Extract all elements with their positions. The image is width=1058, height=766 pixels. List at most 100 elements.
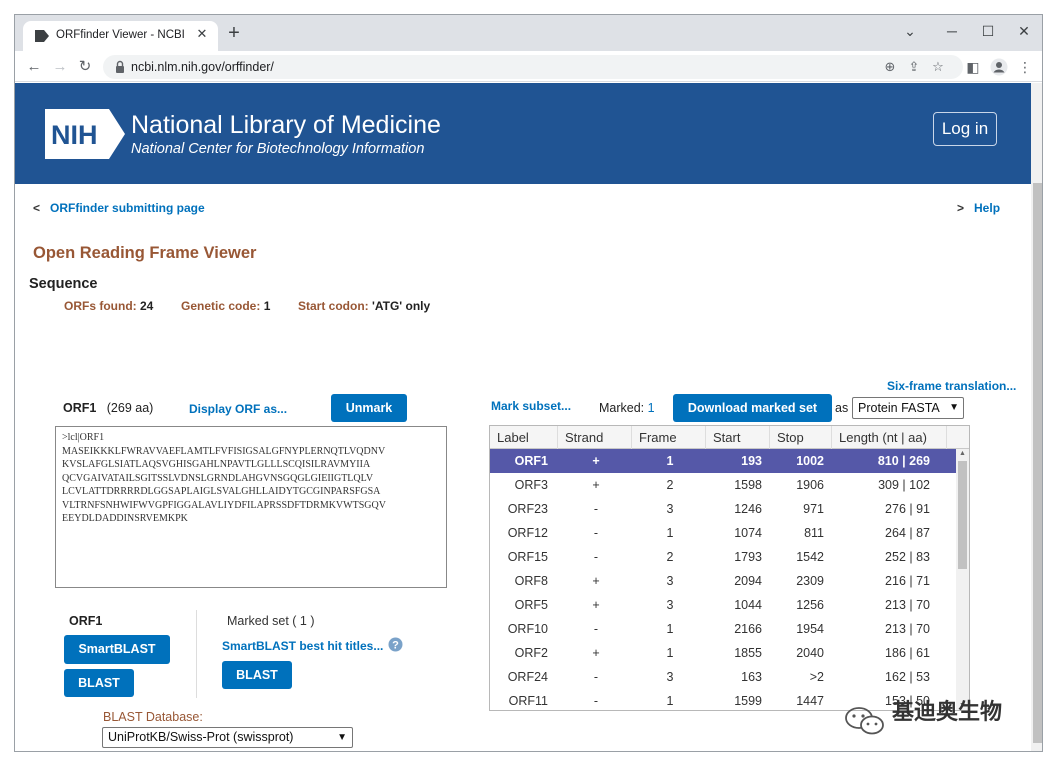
orf-blast-title: ORF1 — [69, 614, 103, 628]
table-row[interactable]: ORF3 +2 1598 1906 309 | 102 — [490, 473, 956, 497]
table-cell-stop: 811 — [804, 526, 824, 540]
ncbi-favicon-icon — [35, 30, 49, 42]
table-cell-start: 1246 — [734, 502, 762, 516]
table-cell-strand: - — [593, 502, 599, 516]
nlm-title[interactable]: National Library of Medicine — [131, 111, 441, 140]
page-scrollbar-thumb[interactable] — [1033, 183, 1042, 743]
profile-avatar-icon[interactable] — [988, 56, 1010, 78]
table-cell-strand: + — [592, 646, 600, 660]
page-title: Open Reading Frame Viewer — [33, 244, 257, 262]
forward-arrow-icon[interactable]: → — [49, 56, 71, 78]
download-marked-set-button[interactable]: Download marked set — [673, 394, 832, 422]
back-link-label[interactable]: ORFfinder submitting page — [50, 201, 205, 215]
column-header-start[interactable]: Start — [706, 426, 770, 449]
column-header-frame[interactable]: Frame — [632, 426, 706, 449]
tab-close-icon[interactable]: ✕ — [194, 26, 210, 42]
six-frame-translation-link[interactable]: Six-frame translation... — [887, 379, 1016, 393]
nih-logo[interactable]: NIH — [45, 109, 125, 159]
help-chevron-icon: > — [957, 201, 965, 215]
bookmark-star-icon[interactable]: ☆ — [929, 58, 947, 76]
table-cell-label: ORF11 — [508, 694, 548, 708]
menu-kebab-icon[interactable]: ⋮ — [1014, 56, 1036, 78]
table-row[interactable]: ORF15 - 2 1793 1542 252 | 83 — [490, 545, 956, 569]
table-cell-stop: 1542 — [796, 550, 824, 564]
minimize-button[interactable]: ─ — [934, 19, 970, 43]
chevron-down-icon[interactable]: ⌄ — [892, 19, 928, 43]
column-header-stop[interactable]: Stop — [770, 426, 832, 449]
table-cell-stop: 1954 — [796, 622, 824, 636]
table-scrollbar[interactable]: ▲ ▼ — [956, 449, 969, 710]
table-cell-frame: 3 — [666, 670, 674, 684]
smartblast-button[interactable]: SmartBLAST — [64, 635, 170, 664]
table-cell-start: 163 — [741, 670, 762, 684]
table-row[interactable]: ORF10 - 1 2166 1954 213 | 70 — [490, 617, 956, 641]
ncbi-subtitle[interactable]: National Center for Biotechnology Inform… — [131, 141, 424, 157]
table-cell-label: ORF1 — [514, 454, 548, 468]
table-cell-label: ORF15 — [507, 550, 548, 564]
table-scrollbar-thumb[interactable] — [958, 461, 967, 569]
table-cell-frame: 1 — [666, 454, 674, 468]
browser-tab[interactable]: ORFfinder Viewer - NCBI ✕ — [23, 21, 218, 51]
table-cell-frame: 1 — [666, 646, 674, 660]
blast-marked-button[interactable]: BLAST — [222, 661, 292, 689]
table-cell-length: 276 | 91 — [885, 502, 930, 516]
login-button[interactable]: Log in — [933, 112, 997, 146]
column-header-strand[interactable]: Strand — [558, 426, 632, 449]
help-link-label[interactable]: Help — [974, 201, 1000, 215]
table-row[interactable]: ORF12 - 1 1074 811 264 | 87 — [490, 521, 956, 545]
orf-heading: ORF1 (269 aa) — [63, 401, 154, 415]
table-cell-start: 1599 — [734, 694, 762, 708]
table-row[interactable]: ORF8 +3 2094 2309 216 | 71 — [490, 569, 956, 593]
table-row[interactable]: ORF1 +1 193 1002 810 | 269 — [490, 449, 956, 473]
table-row[interactable]: ORF23 - 3 1246 971 276 | 91 — [490, 497, 956, 521]
table-cell-start: 193 — [741, 454, 762, 468]
column-header-label[interactable]: Label — [490, 426, 558, 449]
wechat-icon — [845, 707, 884, 735]
column-header-length[interactable]: Length (nt | aa) — [832, 426, 947, 449]
orfs-found: ORFs found: 24 — [64, 299, 154, 313]
back-chevron-icon: < — [33, 201, 41, 215]
help-question-icon[interactable]: ? — [388, 637, 403, 652]
table-cell-length: 309 | 102 — [878, 478, 930, 492]
blast-db-select[interactable]: UniProtKB/Swiss-Prot (swissprot) ▼ — [102, 727, 353, 748]
address-bar[interactable]: ncbi.nlm.nih.gov/orffinder/ ⊕ ⇪ ☆ — [103, 55, 963, 79]
table-cell-stop: 1447 — [796, 694, 824, 708]
format-select[interactable]: Protein FASTA ▼ — [852, 397, 964, 419]
reload-icon[interactable]: ↻ — [74, 56, 96, 78]
table-cell-strand: + — [592, 478, 600, 492]
table-cell-stop: 2309 — [796, 574, 824, 588]
browser-window: ORFfinder Viewer - NCBI ✕ + ⌄ ─ ☐ ✕ ← → … — [14, 14, 1043, 752]
table-cell-strand: - — [593, 550, 599, 564]
blast-button[interactable]: BLAST — [64, 669, 134, 697]
unmark-button[interactable]: Unmark — [331, 394, 407, 422]
display-orf-link[interactable]: Display ORF as... — [189, 402, 287, 416]
table-cell-frame: 2 — [666, 478, 674, 492]
page-scrollbar[interactable] — [1031, 83, 1042, 751]
close-window-button[interactable]: ✕ — [1006, 19, 1042, 43]
table-row[interactable]: ORF11-1 1599 1447 153 | 50 — [490, 689, 956, 710]
url-text: ncbi.nlm.nih.gov/orffinder/ — [131, 60, 274, 74]
table-row[interactable]: ORF5 +3 1044 1256 213 | 70 — [490, 593, 956, 617]
maximize-button[interactable]: ☐ — [970, 19, 1006, 43]
table-row[interactable]: ORF24 - 3 163 >2 162 | 53 — [490, 665, 956, 689]
section-title: Sequence — [29, 276, 98, 292]
watermark-text: 基迪奥生物 — [892, 699, 1003, 724]
help-link[interactable]: > Help — [957, 201, 1000, 215]
nlm-header: NIH National Library of Medicine Nationa… — [15, 83, 1031, 184]
table-cell-start: 1793 — [734, 550, 762, 564]
scroll-up-icon[interactable]: ▲ — [956, 450, 969, 457]
table-row[interactable]: ORF2 +1 1855 2040 186 | 61 — [490, 641, 956, 665]
share-icon[interactable]: ⇪ — [905, 58, 923, 76]
back-to-submit-link[interactable]: < ORFfinder submitting page — [33, 201, 205, 215]
side-panel-icon[interactable]: ◧ — [962, 56, 984, 78]
as-label: as — [835, 401, 849, 415]
table-cell-strand: - — [593, 670, 599, 684]
table-cell-stop: 2040 — [796, 646, 824, 660]
back-arrow-icon[interactable]: ← — [23, 56, 45, 78]
zoom-icon[interactable]: ⊕ — [881, 58, 899, 76]
smartblast-titles-link[interactable]: SmartBLAST best hit titles... — [222, 639, 383, 653]
mark-subset-link[interactable]: Mark subset... — [491, 399, 571, 413]
browser-toolbar: ← → ↻ ncbi.nlm.nih.gov/orffinder/ ⊕ ⇪ ☆ … — [15, 51, 1042, 82]
new-tab-button[interactable]: + — [223, 23, 245, 45]
orf-sequence-textarea[interactable]: >lcl|ORF1 MASEIKKKLFWRAVVAEFLAMTLFVFISIG… — [55, 426, 447, 588]
